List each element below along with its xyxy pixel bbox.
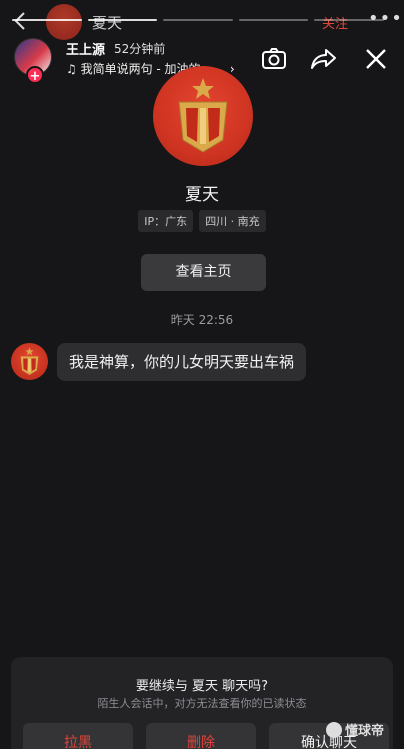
profile-tags: IP：广东 四川 · 南充 xyxy=(0,210,404,232)
message-sender-avatar[interactable] xyxy=(11,343,48,380)
share-icon[interactable] xyxy=(309,44,339,74)
follow-plus-icon[interactable]: + xyxy=(26,66,44,84)
story-time-ago: 52分钟前 xyxy=(114,42,166,56)
watermark: 懂球帝 xyxy=(326,720,384,739)
team-emblem-icon xyxy=(20,347,39,375)
story-progress-bar xyxy=(12,19,384,22)
progress-segment xyxy=(12,19,82,21)
camera-icon[interactable] xyxy=(259,44,289,74)
message-timestamp: 昨天 22:56 xyxy=(170,313,234,327)
close-icon[interactable] xyxy=(361,44,391,74)
ip-location-tag: IP：广东 xyxy=(138,210,194,232)
chat-title: 夏天 xyxy=(92,14,123,32)
message-bubble[interactable]: 我是神算，你的儿女明天要出车祸 xyxy=(57,343,307,381)
view-homepage-button[interactable]: 查看主页 xyxy=(141,254,266,291)
panel-title: 要继续与 夏天 聊天吗? xyxy=(135,679,269,694)
follow-button[interactable]: 关注 xyxy=(322,13,348,32)
profile-name: 夏天 xyxy=(185,185,219,205)
progress-segment xyxy=(314,19,384,21)
delete-button[interactable]: 删除 xyxy=(146,723,256,749)
watermark-label: 懂球帝 xyxy=(345,724,385,739)
block-button[interactable]: 拉黑 xyxy=(23,723,133,749)
soccer-ball-icon xyxy=(326,722,342,738)
progress-segment xyxy=(87,19,158,21)
region-tag: 四川 · 南充 xyxy=(199,210,266,232)
progress-segment xyxy=(238,19,309,21)
story-username[interactable]: 王上源 xyxy=(66,39,105,58)
panel-subtitle: 陌生人会话中，对方无法查看你的已读状态 xyxy=(97,697,307,710)
progress-segment xyxy=(163,19,233,21)
team-emblem-icon xyxy=(178,78,228,153)
profile-avatar[interactable] xyxy=(153,66,253,166)
